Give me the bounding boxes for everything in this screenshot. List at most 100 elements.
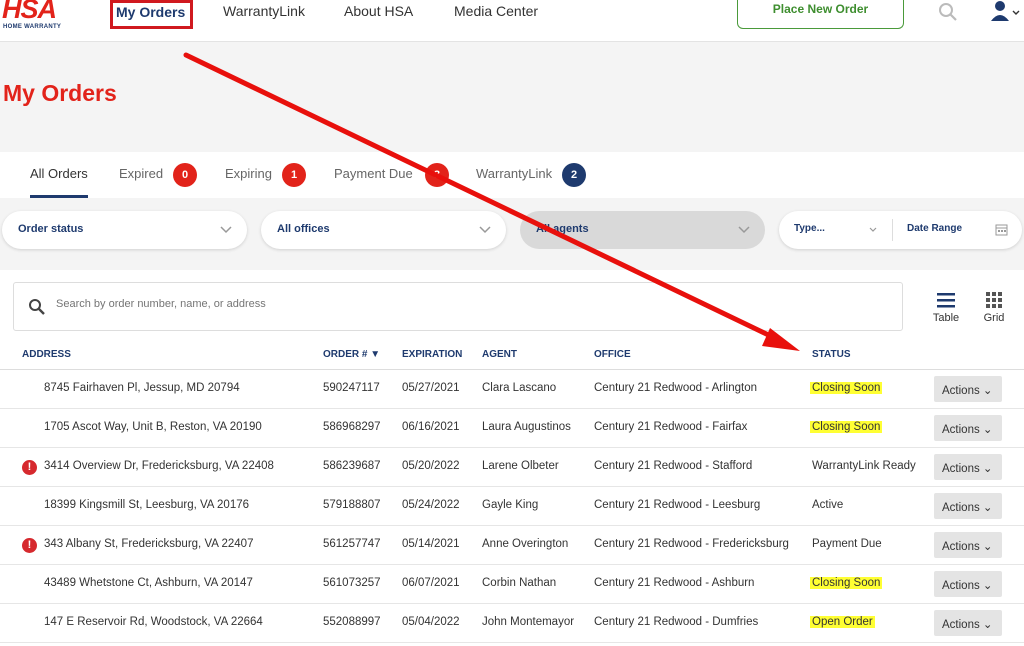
actions-dropdown[interactable]: Actions ⌄ [934, 493, 1002, 519]
cell-agent: Clara Lascano [482, 382, 557, 394]
cell-agent: Gayle King [482, 499, 539, 511]
cell-agent: Laura Augustinos [482, 421, 571, 433]
alert-icon: ! [22, 460, 37, 475]
nav-my-orders[interactable]: My Orders [110, 0, 193, 29]
actions-label: Actions [942, 463, 980, 475]
grid-view-button[interactable]: Grid [978, 290, 1010, 324]
cell-office: Century 21 Redwood - Leesburg [594, 499, 761, 511]
table-row[interactable]: 147 E Reservoir Rd, Woodstock, VA 22664 … [0, 604, 1024, 643]
cell-order-number: 579188807 [323, 499, 381, 511]
header-agent[interactable]: AGENT [482, 349, 517, 360]
tab-warrantylink[interactable]: WarrantyLink [476, 166, 552, 198]
actions-dropdown[interactable]: Actions ⌄ [934, 415, 1002, 441]
offices-label: All offices [277, 223, 330, 235]
status-badge: Open Order [810, 616, 875, 628]
chevron-down-icon [869, 227, 877, 232]
table-view-button[interactable]: Table [930, 290, 962, 324]
cell-order-number: 561073257 [323, 577, 381, 589]
offices-dropdown[interactable]: All offices [261, 211, 506, 249]
actions-dropdown[interactable]: Actions ⌄ [934, 610, 1002, 636]
search-input[interactable] [56, 298, 756, 310]
cell-agent: Larene Olbeter [482, 460, 559, 472]
cell-agent: Corbin Nathan [482, 577, 557, 589]
expired-count-badge: 0 [173, 163, 197, 187]
chevron-down-icon: ⌄ [982, 385, 993, 397]
nav-warrantylink[interactable]: WarrantyLink [223, 3, 305, 19]
chevron-down-icon [738, 226, 750, 234]
order-tabs: All Orders Expired 0 Expiring 1 Payment … [0, 152, 1024, 198]
cell-office: Century 21 Redwood - Arlington [594, 382, 758, 394]
tab-all-orders[interactable]: All Orders [30, 166, 88, 198]
warrantylink-count-badge: 2 [562, 163, 586, 187]
user-account-icon[interactable] [990, 0, 1020, 22]
status-text: WarrantyLink Ready [812, 460, 916, 472]
cell-order-number: 586968297 [323, 421, 381, 433]
header-office[interactable]: OFFICE [594, 349, 631, 360]
actions-dropdown[interactable]: Actions ⌄ [934, 376, 1002, 402]
cell-expiration: 05/14/2021 [402, 538, 460, 550]
table-row[interactable]: 18399 Kingsmill St, Leesburg, VA 20176 5… [0, 487, 1024, 526]
header-expiration[interactable]: EXPIRATION [402, 349, 462, 360]
cell-agent: John Montemayor [482, 616, 575, 628]
top-navigation: HSA HOME WARRANTY My Orders WarrantyLink… [0, 0, 1024, 42]
agents-dropdown[interactable]: All agents [520, 211, 765, 249]
table-row[interactable]: ! 343 Albany St, Fredericksburg, VA 2240… [0, 526, 1024, 565]
calendar-icon[interactable] [995, 223, 1008, 236]
cell-office: Century 21 Redwood - Dumfries [594, 616, 759, 628]
cell-order-number: 561257747 [323, 538, 381, 550]
actions-label: Actions [942, 502, 980, 514]
place-new-order-button[interactable]: Place New Order [737, 0, 904, 29]
cell-expiration: 05/24/2022 [402, 499, 460, 511]
expiring-count-badge: 1 [282, 163, 306, 187]
header-order-number[interactable]: ORDER # ▼ [323, 349, 380, 360]
alert-icon: ! [22, 538, 37, 553]
chevron-down-icon [220, 226, 232, 234]
actions-dropdown[interactable]: Actions ⌄ [934, 532, 1002, 558]
status-badge: Closing Soon [810, 577, 883, 589]
status-badge: Closing Soon [810, 382, 883, 394]
order-status-label: Order status [18, 223, 84, 235]
cell-agent: Anne Overington [482, 538, 569, 550]
date-range-picker[interactable]: Date Range [907, 223, 962, 234]
cell-expiration: 05/27/2021 [402, 382, 460, 394]
status-text: Active [812, 499, 844, 511]
table-row[interactable]: 8745 Fairhaven Pl, Jessup, MD 20794 5902… [0, 370, 1024, 409]
status-badge: Closing Soon [810, 421, 883, 433]
header-order-number-label: ORDER # [323, 349, 368, 360]
actions-label: Actions [942, 424, 980, 436]
actions-label: Actions [942, 619, 980, 631]
chevron-down-icon [479, 226, 491, 234]
search-icon [29, 299, 45, 315]
cell-expiration: 05/20/2022 [402, 460, 460, 472]
cell-address: 3414 Overview Dr, Fredericksburg, VA 224… [44, 460, 274, 472]
grid-icon [986, 292, 1002, 308]
status-text: Payment Due [812, 538, 882, 550]
nav-media-center[interactable]: Media Center [454, 3, 538, 19]
actions-dropdown[interactable]: Actions ⌄ [934, 454, 1002, 480]
hsa-logo[interactable]: HSA HOME WARRANTY [2, 0, 76, 32]
cell-expiration: 05/04/2022 [402, 616, 460, 628]
header-status[interactable]: STATUS [812, 349, 851, 360]
tab-expired[interactable]: Expired [119, 166, 163, 198]
header-address[interactable]: ADDRESS [22, 349, 71, 360]
cell-address: 18399 Kingsmill St, Leesburg, VA 20176 [44, 499, 250, 511]
page-title: My Orders [3, 80, 117, 106]
actions-dropdown[interactable]: Actions ⌄ [934, 571, 1002, 597]
search-icon[interactable] [938, 2, 958, 22]
table-row[interactable]: 43489 Whetstone Ct, Ashburn, VA 20147 56… [0, 565, 1024, 604]
search-box[interactable] [13, 282, 903, 331]
type-date-filter: Type... Date Range [779, 211, 1022, 249]
order-status-dropdown[interactable]: Order status [2, 211, 247, 249]
actions-label: Actions [942, 541, 980, 553]
type-dropdown[interactable]: Type... [794, 223, 825, 234]
cell-expiration: 06/16/2021 [402, 421, 460, 433]
table-view-label: Table [932, 312, 960, 324]
tab-expiring[interactable]: Expiring [225, 166, 272, 198]
tab-payment-due[interactable]: Payment Due [334, 166, 413, 198]
table-row[interactable]: 1705 Ascot Way, Unit B, Reston, VA 20190… [0, 409, 1024, 448]
chevron-down-icon: ⌄ [982, 619, 993, 631]
cell-order-number: 586239687 [323, 460, 381, 472]
nav-about-hsa[interactable]: About HSA [344, 3, 413, 19]
cell-address: 8745 Fairhaven Pl, Jessup, MD 20794 [44, 382, 240, 394]
table-row[interactable]: ! 3414 Overview Dr, Fredericksburg, VA 2… [0, 448, 1024, 487]
